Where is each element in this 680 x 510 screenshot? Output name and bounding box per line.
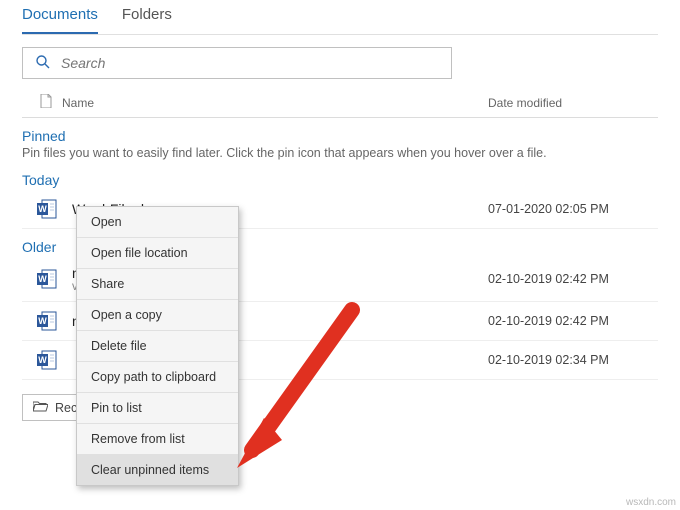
file-date: 02-10-2019 02:42 PM: [488, 314, 658, 328]
ctx-delete-file[interactable]: Delete file: [77, 331, 238, 362]
word-doc-icon: W: [36, 310, 58, 332]
header-name[interactable]: Name: [50, 96, 488, 110]
pinned-hint: Pin files you want to easily find later.…: [22, 146, 658, 162]
ctx-open-file-location[interactable]: Open file location: [77, 238, 238, 269]
ctx-clear-unpinned[interactable]: Clear unpinned items: [77, 455, 238, 485]
ctx-open-a-copy[interactable]: Open a copy: [77, 300, 238, 331]
word-doc-icon: W: [36, 198, 58, 220]
file-date: 02-10-2019 02:34 PM: [488, 353, 658, 367]
ctx-copy-path[interactable]: Copy path to clipboard: [77, 362, 238, 393]
column-headers: Name Date modified: [22, 87, 658, 118]
svg-text:W: W: [38, 316, 47, 326]
svg-text:W: W: [38, 274, 47, 284]
watermark: wsxdn.com: [626, 497, 676, 508]
context-menu: Open Open file location Share Open a cop…: [76, 206, 239, 486]
word-doc-icon: W: [36, 268, 58, 290]
folder-open-icon: [33, 400, 48, 415]
tab-folders[interactable]: Folders: [122, 0, 172, 34]
tab-documents[interactable]: Documents: [22, 0, 98, 34]
svg-text:W: W: [38, 204, 47, 214]
section-today: Today: [22, 162, 658, 190]
search-icon: [35, 54, 51, 73]
search-box[interactable]: [22, 47, 452, 79]
section-pinned: Pinned: [22, 118, 658, 146]
word-doc-icon: W: [36, 349, 58, 371]
header-date[interactable]: Date modified: [488, 96, 658, 110]
svg-text:W: W: [38, 355, 47, 365]
ctx-remove-from-list[interactable]: Remove from list: [77, 424, 238, 455]
file-date: 02-10-2019 02:42 PM: [488, 272, 658, 286]
ctx-open[interactable]: Open: [77, 207, 238, 238]
file-date: 07-01-2020 02:05 PM: [488, 202, 658, 216]
search-input[interactable]: [61, 55, 439, 71]
tab-bar: Documents Folders: [22, 0, 658, 35]
ctx-share[interactable]: Share: [77, 269, 238, 300]
ctx-pin-to-list[interactable]: Pin to list: [77, 393, 238, 424]
file-icon: [22, 94, 50, 111]
